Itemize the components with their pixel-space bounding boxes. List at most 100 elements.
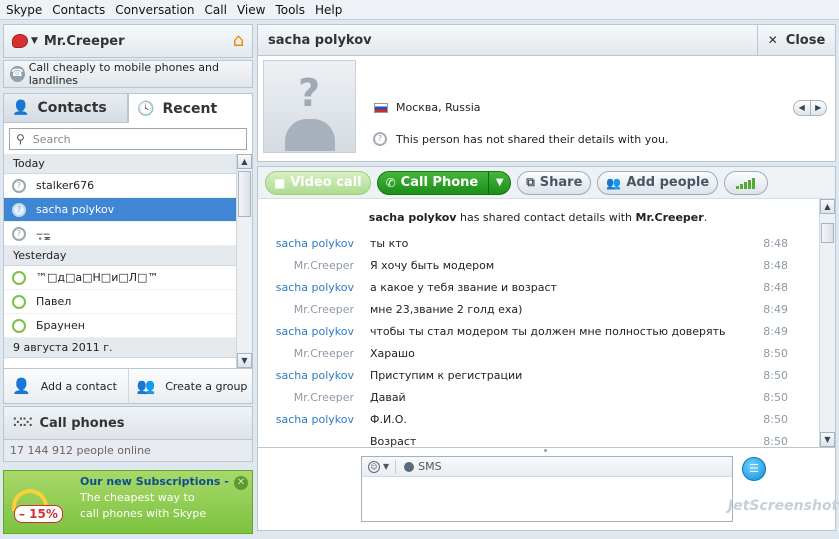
search-placeholder: Search: [32, 132, 71, 146]
add-people-button[interactable]: 👥 Add people: [597, 170, 719, 195]
profile-name[interactable]: Mr.Creeper: [44, 34, 125, 49]
message-sender[interactable]: Mr.Creeper: [294, 391, 354, 404]
resize-handle[interactable]: [544, 449, 547, 452]
subscription-ad[interactable]: – 15% Our new Subscriptions - The cheape…: [3, 470, 253, 534]
chat-history: sacha polykov has shared contact details…: [257, 198, 836, 448]
add-contact-button[interactable]: 👤 Add a contact: [4, 369, 129, 403]
message-text: ты кто: [370, 237, 409, 250]
message-text: мне 23,звание 2 голд еха): [370, 303, 523, 316]
emoticon-icon[interactable]: ☺: [368, 460, 380, 473]
message-sender[interactable]: Mr.Creeper: [294, 259, 354, 272]
profile-bar[interactable]: ▼ Mr.Creeper ⌂: [3, 24, 253, 58]
scroll-up-icon[interactable]: ▲: [237, 154, 252, 169]
home-icon[interactable]: ⌂: [233, 32, 244, 50]
message-sender[interactable]: Mr.Creeper: [294, 303, 354, 316]
scroll-down-icon[interactable]: ▼: [237, 353, 252, 368]
menu-help[interactable]: Help: [315, 3, 342, 17]
list-item[interactable]: Павел: [4, 290, 236, 314]
create-group-button[interactable]: 👥 Create a group: [129, 369, 253, 403]
menu-contacts[interactable]: Contacts: [52, 3, 105, 17]
send-message-icon[interactable]: ☰: [742, 457, 766, 481]
chevron-down-icon[interactable]: ▼: [488, 171, 510, 194]
contact-actions: 👤 Add a contact 👥 Create a group: [3, 369, 253, 404]
scroll-thumb[interactable]: [821, 223, 834, 243]
conversation-header: sacha polykov ✕ Close: [257, 24, 836, 56]
chat-message: sacha polykov ты кто 8:48: [258, 233, 818, 255]
ad-title: Our new Subscriptions -: [80, 475, 229, 488]
list-item[interactable]: ? stalker676: [4, 174, 236, 198]
menu-skype[interactable]: Skype: [6, 3, 42, 17]
menu-tools[interactable]: Tools: [275, 3, 305, 17]
system-sender: sacha polykov: [368, 211, 457, 224]
message-text: Харашо: [370, 347, 415, 360]
add-people-icon: 👥: [606, 175, 622, 190]
message-sender[interactable]: sacha polykov: [276, 369, 354, 382]
recent-scrollbar[interactable]: ▲ ▼: [236, 154, 252, 368]
chat-message: Возраст 8:50: [258, 431, 818, 448]
call-quality-button[interactable]: [724, 170, 769, 195]
chat-message: sacha polykov Ф.И.О. 8:50: [258, 409, 818, 431]
list-item[interactable]: ™□д□а□Н□и□Л□™: [4, 266, 236, 290]
compose-area: ☺ ▼ SMS ☰ JetScreenshot: [257, 448, 838, 531]
status-icon[interactable]: [12, 34, 28, 48]
close-button[interactable]: ✕ Close: [757, 25, 835, 55]
message-sender[interactable]: sacha polykov: [276, 281, 354, 294]
call-phones-button[interactable]: ⁙⁙ Call phones: [3, 406, 253, 440]
next-arrow-icon[interactable]: ▶: [811, 101, 827, 115]
menu-call[interactable]: Call: [205, 3, 227, 17]
tab-contacts[interactable]: 👤 Contacts: [3, 93, 128, 123]
sms-toggle[interactable]: SMS: [418, 460, 441, 473]
call-cheaply-text: Call cheaply to mobile phones and landli…: [28, 61, 219, 87]
message-time: 8:49: [763, 303, 788, 316]
create-group-label: Create a group: [165, 379, 248, 393]
list-item[interactable]: Браунен: [4, 314, 236, 338]
video-call-label: Video call: [290, 175, 362, 190]
list-item[interactable]: ? sacha polykov: [4, 198, 236, 222]
contact-details-note: This person has not shared their details…: [396, 133, 669, 146]
chat-message: sacha polykov а какое у тебя звание и воз…: [258, 277, 818, 299]
scroll-down-icon[interactable]: ▼: [820, 432, 835, 447]
message-time: 8:50: [763, 435, 788, 448]
call-cheaply-banner[interactable]: ☎ Call cheaply to mobile phones and land…: [3, 60, 253, 88]
scroll-up-icon[interactable]: ▲: [820, 199, 835, 214]
close-icon[interactable]: ✕: [234, 476, 248, 490]
call-phone-button[interactable]: ✆ Call Phone ▼: [376, 170, 512, 195]
chevron-down-icon[interactable]: ▼: [31, 36, 38, 46]
system-message: sacha polykov has shared contact details…: [258, 211, 818, 224]
group-header-today: Today: [4, 154, 236, 174]
menu-view[interactable]: View: [237, 3, 265, 17]
group-header-yesterday: Yesterday: [4, 246, 236, 266]
share-button[interactable]: ⧉ Share: [517, 170, 592, 195]
add-people-label: Add people: [626, 175, 710, 190]
message-sender[interactable]: sacha polykov: [276, 237, 354, 250]
message-sender[interactable]: Mr.Creeper: [294, 347, 354, 360]
chevron-down-icon[interactable]: ▼: [383, 462, 389, 471]
message-time: 8:50: [763, 347, 788, 360]
chat-message: sacha polykov Приступим к регистрации 8:50: [258, 365, 818, 387]
prev-arrow-icon[interactable]: ◀: [794, 101, 811, 115]
message-text: а какое у тебя звание и возраст: [370, 281, 557, 294]
call-toolbar: ■ Video call ✆ Call Phone ▼ ⧉ Share 👥 Ad…: [257, 166, 836, 198]
video-call-button[interactable]: ■ Video call: [265, 170, 371, 195]
list-item[interactable]: ? ‒̥‒̥̳: [4, 222, 236, 246]
online-status-icon: [12, 318, 26, 333]
contact-name: Павел: [36, 295, 72, 308]
menu-conversation[interactable]: Conversation: [115, 3, 194, 17]
left-pane: ▼ Mr.Creeper ⌂ ☎ Call cheaply to mobile …: [3, 24, 253, 535]
tab-recent-label: Recent: [162, 100, 218, 117]
tab-contacts-label: Contacts: [37, 100, 107, 116]
message-time: 8:48: [763, 237, 788, 250]
message-input[interactable]: ☺ ▼ SMS: [361, 456, 733, 522]
avatar[interactable]: ?: [263, 60, 356, 153]
chat-scrollbar[interactable]: ▲ ▼: [819, 199, 835, 447]
chat-message: Mr.Creeper Я хочу быть модером 8:48: [258, 255, 818, 277]
scroll-thumb[interactable]: [238, 171, 251, 217]
message-sender[interactable]: sacha polykov: [276, 413, 354, 426]
tab-recent[interactable]: 🕓 Recent: [128, 93, 253, 123]
share-label: Share: [539, 175, 583, 190]
search-input[interactable]: ⚲ Search: [9, 128, 247, 150]
message-sender[interactable]: sacha polykov: [276, 325, 354, 338]
contact-tabs: 👤 Contacts 🕓 Recent: [3, 93, 253, 123]
system-end: .: [703, 211, 708, 224]
message-time: 8:50: [763, 413, 788, 426]
